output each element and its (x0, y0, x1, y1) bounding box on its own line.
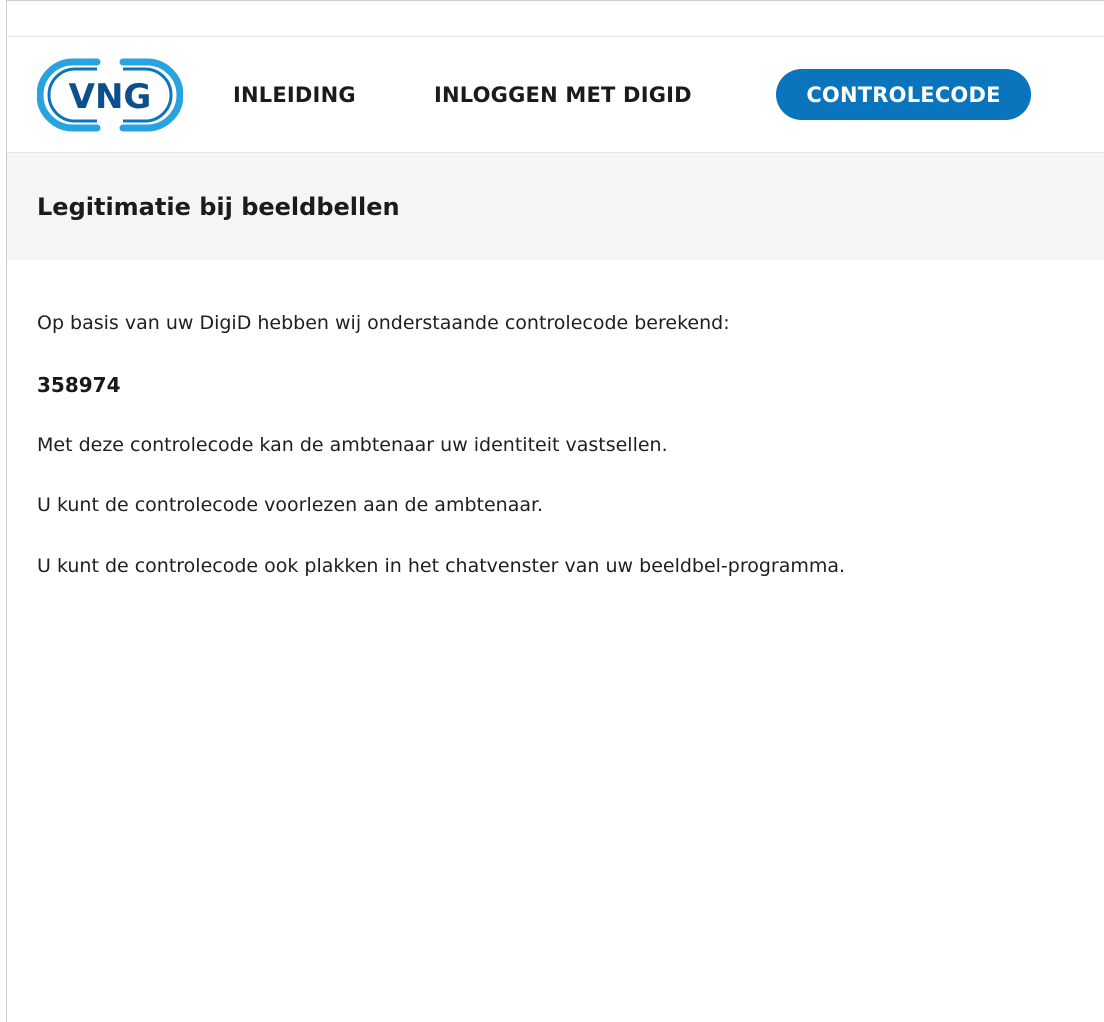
main-content: Op basis van uw DigiD hebben wij onderst… (7, 260, 1104, 578)
title-bar: Legitimatie bij beeldbellen (7, 153, 1104, 260)
page-title: Legitimatie bij beeldbellen (37, 192, 400, 221)
control-code: 358974 (37, 373, 121, 397)
intro-text: Op basis van uw DigiD hebben wij onderst… (37, 312, 730, 334)
info-text-read-aloud: U kunt de controlecode voorlezen aan de … (37, 494, 544, 516)
top-strip (7, 1, 1104, 37)
nav-inloggen-met-digid[interactable]: INLOGGEN MET DIGID (434, 37, 692, 153)
info-text-paste-chat: U kunt de controlecode ook plakken in he… (37, 555, 846, 577)
nav-inleiding[interactable]: INLEIDING (233, 37, 356, 153)
browser-frame: VNG INLEIDING INLOGGEN MET DIGID CONTROL… (6, 0, 1104, 1022)
logo-text: VNG (69, 77, 152, 117)
nav-controlecode[interactable]: CONTROLECODE (776, 69, 1031, 120)
info-text-identity: Met deze controlecode kan de ambtenaar u… (37, 434, 668, 456)
vng-logo[interactable]: VNG (37, 57, 183, 133)
navigation-bar: VNG INLEIDING INLOGGEN MET DIGID CONTROL… (7, 37, 1104, 153)
